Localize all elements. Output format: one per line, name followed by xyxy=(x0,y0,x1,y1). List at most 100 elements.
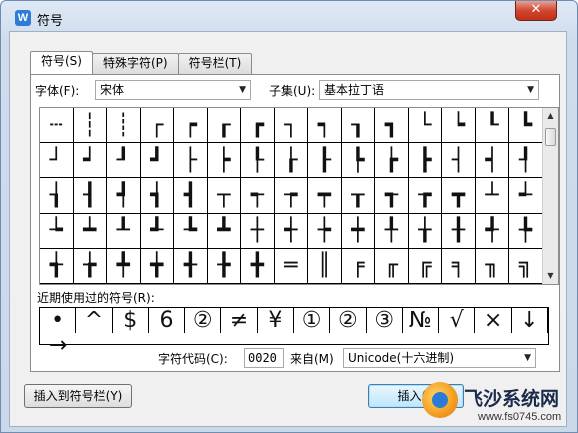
symbol-cell[interactable]: ╕ xyxy=(442,248,476,284)
tab-special-characters[interactable]: 特殊字符(P) xyxy=(91,53,179,74)
symbol-cell[interactable]: ┖ xyxy=(475,108,510,144)
symbol-cell[interactable]: ┫ xyxy=(174,178,208,214)
symbol-cell[interactable]: ┡ xyxy=(341,143,376,179)
symbol-cell[interactable]: ╗ xyxy=(509,248,543,284)
symbol-cell[interactable]: ┪ xyxy=(140,178,175,214)
recent-symbol-cell[interactable]: → xyxy=(40,333,76,358)
symbol-cell[interactable]: ┩ xyxy=(107,178,141,214)
symbol-cell[interactable]: ┭ xyxy=(241,178,275,214)
symbol-cell[interactable]: ┽ xyxy=(274,213,309,249)
recent-symbol-cell[interactable]: ③ xyxy=(367,308,403,333)
symbol-cell[interactable]: ┻ xyxy=(207,213,242,249)
symbol-cell[interactable]: ┙ xyxy=(73,143,108,179)
symbol-cell[interactable]: ┠ xyxy=(308,143,342,179)
symbol-cell[interactable]: ┾ xyxy=(308,213,342,249)
symbol-cell[interactable]: ┿ xyxy=(341,213,376,249)
symbol-cell[interactable]: ┸ xyxy=(107,213,141,249)
recent-symbol-cell[interactable]: ^ xyxy=(76,308,113,333)
symbol-cell[interactable]: └ xyxy=(408,108,443,144)
tab-symbol-bar[interactable]: 符号栏(T) xyxy=(177,53,253,74)
symbol-cell[interactable]: ╀ xyxy=(375,213,409,249)
subset-select[interactable]: 基本拉丁语 ▼ xyxy=(319,80,539,100)
symbol-cell[interactable]: ┐ xyxy=(274,108,309,144)
symbol-cell[interactable]: ┰ xyxy=(341,178,376,214)
symbol-cell[interactable]: ┥ xyxy=(475,143,510,179)
scroll-thumb[interactable] xyxy=(545,128,556,146)
symbol-cell[interactable]: ┏ xyxy=(241,108,275,144)
recent-symbol-cell[interactable]: × xyxy=(475,308,512,333)
recent-symbol-cell[interactable]: ≠ xyxy=(221,308,258,333)
symbol-cell[interactable]: ┵ xyxy=(509,178,543,214)
recent-symbol-cell[interactable]: $ xyxy=(113,308,149,333)
symbol-cell[interactable]: ┢ xyxy=(375,143,409,179)
symbol-cell[interactable]: ┄ xyxy=(40,108,74,144)
symbol-cell[interactable]: ╔ xyxy=(408,248,443,284)
symbol-cell[interactable]: ║ xyxy=(308,248,342,284)
close-button[interactable]: ✕ xyxy=(515,1,557,21)
font-select[interactable]: 宋体 ▼ xyxy=(95,80,251,100)
encoding-select[interactable]: Unicode(十六进制) ▼ xyxy=(343,348,536,368)
symbol-cell[interactable]: ┌ xyxy=(140,108,175,144)
symbol-cell[interactable]: ┦ xyxy=(509,143,543,179)
symbol-cell[interactable]: ╖ xyxy=(475,248,510,284)
symbol-cell[interactable]: ╂ xyxy=(442,213,476,249)
symbol-cell[interactable]: ┞ xyxy=(241,143,275,179)
symbol-cell[interactable]: ┬ xyxy=(207,178,242,214)
symbol-cell[interactable]: ┴ xyxy=(475,178,510,214)
recent-symbol-cell[interactable]: • xyxy=(40,308,77,333)
symbol-cell[interactable]: ╄ xyxy=(509,213,543,249)
symbol-cell[interactable]: ┘ xyxy=(40,143,74,179)
symbol-grid-scrollbar[interactable]: ▲ ▼ xyxy=(542,108,558,284)
symbol-cell[interactable]: ┊ xyxy=(107,108,141,144)
symbol-cell[interactable]: ╊ xyxy=(207,248,242,284)
recent-symbol-cell[interactable]: 6 xyxy=(149,308,186,333)
scroll-up-icon[interactable]: ▲ xyxy=(543,108,558,124)
symbol-cell[interactable]: ╁ xyxy=(408,213,443,249)
symbol-cell[interactable]: ┳ xyxy=(442,178,476,214)
symbol-cell[interactable]: ┺ xyxy=(174,213,208,249)
symbol-cell[interactable]: ┱ xyxy=(375,178,409,214)
insert-to-symbol-bar-button[interactable]: 插入到符号栏(Y) xyxy=(24,384,132,408)
symbol-cell[interactable]: ┣ xyxy=(408,143,443,179)
symbol-cell[interactable]: ╅ xyxy=(40,248,74,284)
symbol-cell[interactable]: ┮ xyxy=(274,178,309,214)
symbol-cell[interactable]: ┆ xyxy=(73,108,108,144)
symbol-cell[interactable]: ╆ xyxy=(73,248,108,284)
symbol-cell[interactable]: ┟ xyxy=(274,143,309,179)
recent-symbol-cell[interactable]: ↓ xyxy=(512,308,548,333)
symbol-cell[interactable]: ═ xyxy=(274,248,309,284)
symbol-cell[interactable]: ┧ xyxy=(40,178,74,214)
symbol-cell[interactable]: ┗ xyxy=(509,108,543,144)
symbol-cell[interactable]: ┒ xyxy=(341,108,376,144)
symbol-cell[interactable]: ╇ xyxy=(107,248,141,284)
recent-symbol-cell[interactable]: ② xyxy=(330,308,367,333)
symbol-cell[interactable]: ╃ xyxy=(475,213,510,249)
recent-symbol-cell[interactable]: ¥ xyxy=(258,308,294,333)
symbol-cell[interactable]: ┕ xyxy=(442,108,476,144)
tab-symbols[interactable]: 符号(S) xyxy=(30,51,93,74)
symbol-cell[interactable]: ┚ xyxy=(107,143,141,179)
symbol-cell[interactable]: ┶ xyxy=(40,213,74,249)
symbol-cell[interactable]: ┝ xyxy=(207,143,242,179)
symbol-cell[interactable]: ┨ xyxy=(73,178,108,214)
recent-symbol-cell[interactable]: ① xyxy=(294,308,331,333)
symbol-cell[interactable]: ┹ xyxy=(140,213,175,249)
title-bar[interactable]: W 符号 ✕ xyxy=(1,1,577,31)
symbol-cell[interactable]: ┑ xyxy=(308,108,342,144)
symbol-cell[interactable]: ┲ xyxy=(408,178,443,214)
symbol-cell[interactable]: ╉ xyxy=(174,248,208,284)
symbol-cell[interactable]: ┯ xyxy=(308,178,342,214)
char-code-input[interactable]: 0020 xyxy=(244,348,284,368)
symbol-cell[interactable]: ╒ xyxy=(341,248,376,284)
symbol-cell[interactable]: ┍ xyxy=(174,108,208,144)
symbol-cell[interactable]: ┓ xyxy=(375,108,409,144)
recent-symbol-cell[interactable]: ② xyxy=(185,308,222,333)
symbol-cell[interactable]: ┎ xyxy=(207,108,242,144)
symbol-cell[interactable]: ╓ xyxy=(375,248,409,284)
recent-symbol-cell[interactable]: № xyxy=(403,308,440,333)
symbol-cell[interactable]: ┛ xyxy=(140,143,175,179)
symbol-cell[interactable]: ├ xyxy=(174,143,208,179)
symbol-cell[interactable]: ┷ xyxy=(73,213,108,249)
symbol-cell[interactable]: ╋ xyxy=(241,248,275,284)
recent-symbol-cell[interactable]: √ xyxy=(439,308,476,333)
